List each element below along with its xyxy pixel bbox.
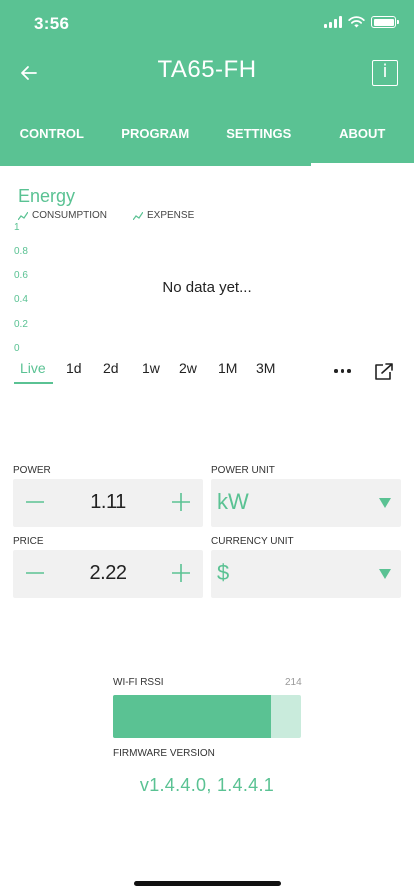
firmware-version-value: v1.4.4.0, 1.4.4.1 (139, 775, 275, 795)
currency-unit-value: $ (217, 560, 230, 585)
line-chart-icon (18, 211, 28, 220)
range-1w[interactable]: 1w (142, 360, 160, 376)
legend-item-expense[interactable]: EXPENSE (133, 210, 194, 221)
page-title: TA65-FH (157, 56, 257, 83)
power-unit-label: POWER UNIT (211, 465, 275, 476)
power-unit-select[interactable]: kW (211, 479, 401, 527)
currency-unit-select[interactable]: $ (211, 550, 401, 598)
wifi-rssi-value: 214 (285, 677, 302, 688)
price-label: PRICE (13, 536, 44, 547)
legend-label-consumption: CONSUMPTION (32, 210, 107, 221)
export-icon[interactable] (374, 363, 394, 381)
info-button[interactable]: i (372, 60, 398, 86)
time-range-selector: Live 1d 2d 1w 2w 1M 3M (14, 360, 404, 384)
wifi-icon (348, 16, 365, 28)
power-stepper: 1.11 (13, 479, 203, 527)
range-2w[interactable]: 2w (179, 360, 197, 376)
legend-label-expense: EXPENSE (147, 210, 195, 221)
plus-icon[interactable] (171, 563, 191, 583)
price-stepper: 2.22 (13, 550, 203, 598)
tab-settings[interactable]: SETTINGS (207, 110, 311, 166)
range-1m[interactable]: 1M (218, 360, 237, 376)
app-header: 3:56 TA65-FH i CONTROL PROGRAM SETTINGS … (0, 0, 414, 166)
chart-legend: CONSUMPTION EXPENSE (18, 210, 194, 221)
wifi-rssi-label: WI-FI RSSI (113, 677, 164, 688)
y-tick-label: 0.2 (14, 319, 28, 330)
wifi-rssi-bar (113, 695, 301, 738)
y-tick-label: 0.8 (14, 246, 28, 257)
energy-chart: Energy CONSUMPTION EXPENSE 1 0.8 0.6 0.4… (0, 176, 414, 386)
y-tick-label: 0 (14, 343, 20, 354)
range-1d[interactable]: 1d (66, 360, 82, 376)
more-options-icon[interactable] (334, 369, 351, 373)
home-indicator[interactable] (134, 881, 281, 886)
wifi-rssi-bar-fill (113, 695, 271, 738)
caret-down-icon (379, 498, 391, 508)
range-3m[interactable]: 3M (256, 360, 275, 376)
back-arrow-icon[interactable] (16, 60, 42, 86)
tab-control[interactable]: CONTROL (0, 110, 104, 166)
range-2d[interactable]: 2d (103, 360, 119, 376)
range-live[interactable]: Live (20, 360, 46, 376)
y-tick-label: 1 (14, 222, 20, 233)
status-icons (324, 16, 399, 28)
status-time: 3:56 (34, 14, 70, 33)
power-unit-value: kW (217, 489, 249, 514)
power-label: POWER (13, 465, 51, 476)
tab-bar: CONTROL PROGRAM SETTINGS ABOUT (0, 110, 414, 166)
currency-unit-label: CURRENCY UNIT (211, 536, 294, 547)
chart-title: Energy (18, 186, 76, 206)
range-active-underline (14, 382, 53, 384)
plus-icon[interactable] (171, 492, 191, 512)
cellular-signal-icon (324, 16, 342, 28)
line-chart-icon (133, 211, 143, 220)
firmware-version-label: FIRMWARE VERSION (113, 748, 215, 759)
battery-icon (371, 16, 399, 28)
tab-program[interactable]: PROGRAM (104, 110, 208, 166)
legend-item-consumption[interactable]: CONSUMPTION (18, 210, 107, 221)
caret-down-icon (379, 569, 391, 579)
no-data-message: No data yet... (162, 279, 252, 296)
tab-about[interactable]: ABOUT (310, 110, 414, 166)
